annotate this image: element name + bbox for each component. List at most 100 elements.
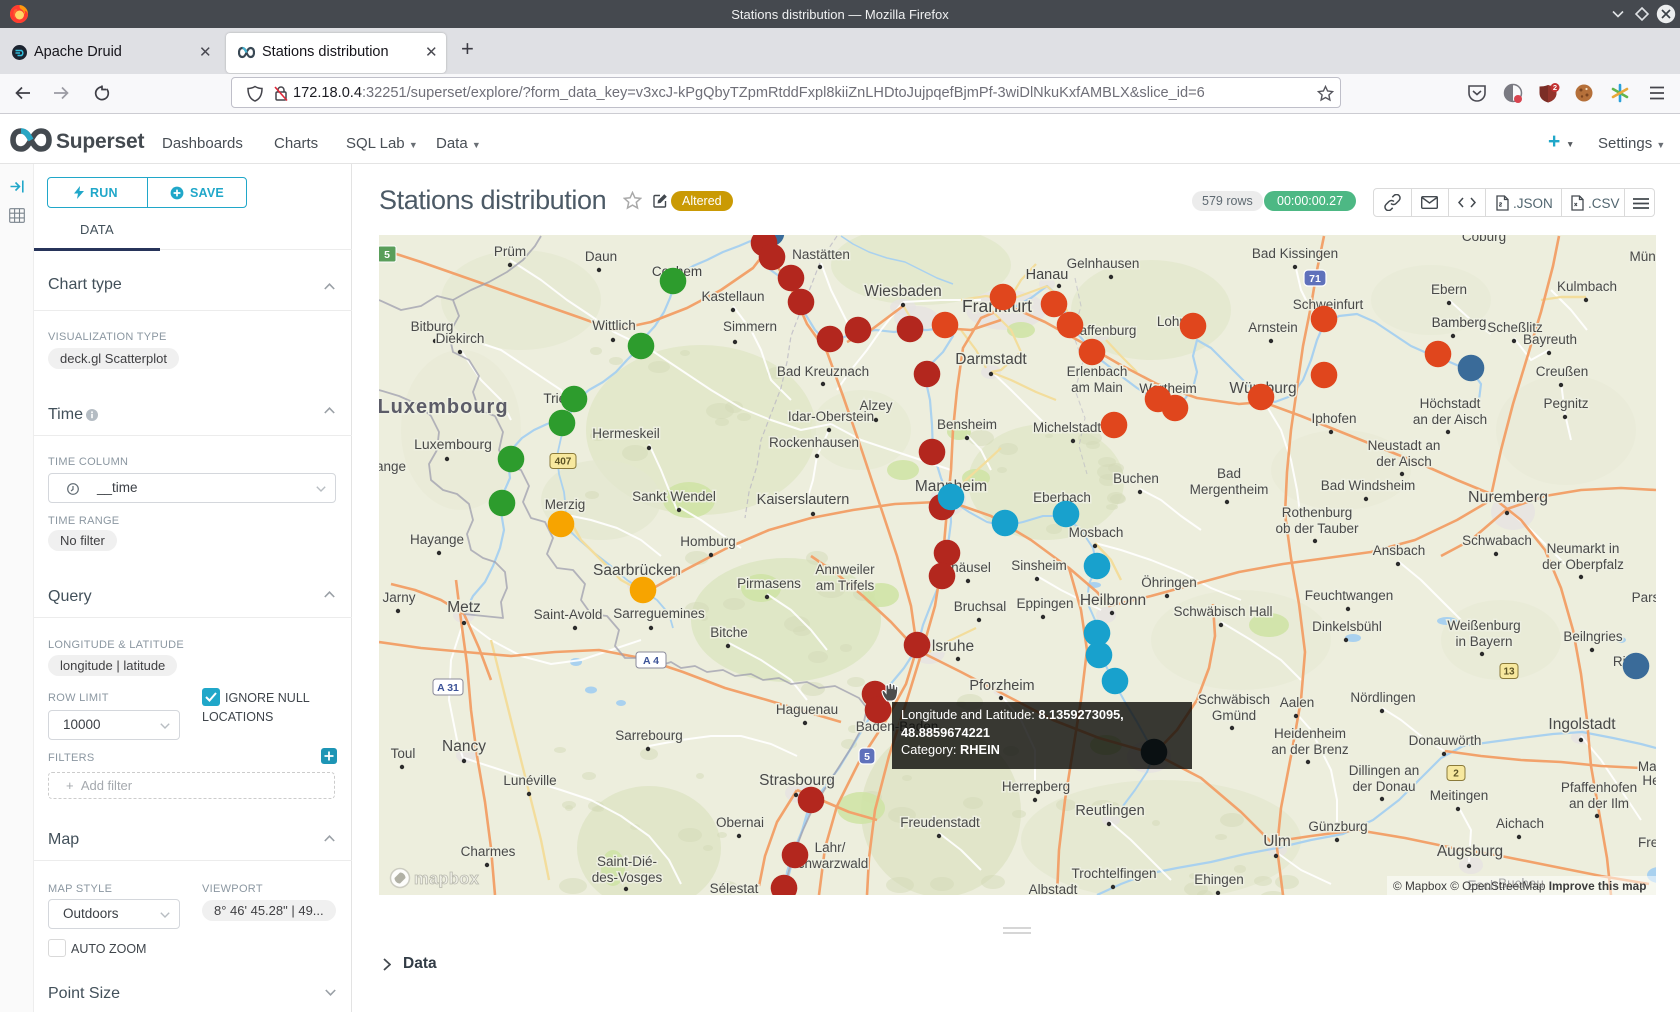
svg-text:Günzburg: Günzburg [1308, 819, 1367, 834]
svg-text:ange: ange [379, 459, 406, 474]
svg-text:Coburg: Coburg [1461, 235, 1505, 244]
svg-text:2: 2 [1453, 769, 1459, 780]
svg-text:Nancy: Nancy [442, 738, 486, 755]
svg-text:Metz: Metz [447, 599, 481, 616]
svg-text:407: 407 [554, 457, 571, 468]
svg-text:Dillingen an: Dillingen an [1348, 763, 1419, 778]
svg-text:Aalen: Aalen [1279, 695, 1314, 710]
svg-text:Nördlingen: Nördlingen [1350, 690, 1415, 705]
svg-text:Toul: Toul [390, 746, 415, 761]
svg-text:Bad: Bad [1216, 466, 1240, 481]
svg-text:Gelnhausen: Gelnhausen [1066, 256, 1139, 271]
svg-text:Prüm: Prüm [493, 244, 525, 259]
svg-text:Ulm: Ulm [1263, 833, 1291, 850]
svg-text:Kulmbach: Kulmbach [1556, 279, 1616, 294]
svg-text:He: He [1642, 773, 1656, 788]
svg-text:chwarzwald: chwarzwald [797, 856, 868, 871]
svg-text:Trochtelfingen: Trochtelfingen [1071, 866, 1156, 881]
svg-text:Rothenburg: Rothenburg [1281, 505, 1352, 520]
svg-text:Bruchsal: Bruchsal [953, 599, 1006, 614]
svg-text:Bayreuth: Bayreuth [1522, 332, 1576, 347]
svg-text:Alzey: Alzey [859, 398, 892, 413]
svg-text:am Trifels: am Trifels [815, 578, 874, 593]
svg-text:Nastätten: Nastätten [792, 247, 850, 262]
svg-text:an der Aisch: an der Aisch [1412, 412, 1486, 427]
svg-text:Öhringen: Öhringen [1141, 575, 1197, 590]
svg-text:Mergentheim: Mergentheim [1189, 482, 1268, 497]
svg-text:Pforzheim: Pforzheim [969, 678, 1034, 694]
svg-text:5: 5 [384, 249, 390, 261]
svg-text:ob der Tauber: ob der Tauber [1275, 521, 1359, 536]
svg-text:Bad Kreuznach: Bad Kreuznach [776, 364, 868, 379]
svg-text:Pirmasens: Pirmasens [737, 576, 801, 591]
svg-text:Arnstein: Arnstein [1248, 320, 1298, 335]
svg-text:© Mapbox © OpenStreetMap Impro: © Mapbox © OpenStreetMap Improve this ma… [1393, 879, 1646, 893]
svg-text:häusel: häusel [951, 560, 991, 575]
svg-text:Schwäbisch: Schwäbisch [1197, 692, 1269, 707]
svg-text:Kastellaun: Kastellaun [701, 289, 764, 304]
svg-text:Pfaffenhofen: Pfaffenhofen [1560, 780, 1636, 795]
svg-text:Charmes: Charmes [460, 844, 515, 859]
svg-text:Augsburg: Augsburg [1436, 843, 1502, 860]
svg-text:Longitude and Latitude: 8.1359: Longitude and Latitude: 8.1359273095, [901, 707, 1124, 722]
svg-text:Luxembourg: Luxembourg [379, 396, 509, 418]
svg-text:Ansbach: Ansbach [1372, 543, 1425, 558]
svg-text:Hayange: Hayange [409, 532, 463, 547]
svg-text:Neustadt an: Neustadt an [1367, 438, 1440, 453]
svg-text:Schwabach: Schwabach [1462, 533, 1532, 548]
svg-text:Wiesbaden: Wiesbaden [864, 283, 942, 300]
svg-text:Iphofen: Iphofen [1311, 411, 1356, 426]
svg-text:Darmstadt: Darmstadt [955, 351, 1027, 368]
svg-text:A 31: A 31 [437, 682, 459, 694]
svg-text:Sélestat: Sélestat [709, 881, 758, 895]
svg-text:am Main: am Main [1071, 380, 1123, 395]
svg-text:Bad Kissingen: Bad Kissingen [1251, 246, 1337, 261]
svg-text:Saint-Dié-: Saint-Dié- [596, 854, 656, 869]
svg-text:lsruhe: lsruhe [931, 638, 973, 655]
svg-text:2: 2 [1553, 83, 1557, 92]
svg-text:der Aisch: der Aisch [1376, 454, 1432, 469]
svg-text:Buchen: Buchen [1113, 471, 1159, 486]
svg-text:Aichach: Aichach [1495, 816, 1543, 831]
svg-text:Rockenhausen: Rockenhausen [768, 435, 858, 450]
svg-text:Bad Windsheim: Bad Windsheim [1320, 478, 1415, 493]
svg-text:A 4: A 4 [643, 655, 659, 667]
svg-text:Beilngries: Beilngries [1563, 629, 1623, 644]
svg-text:Michelstadt: Michelstadt [1032, 420, 1101, 435]
svg-text:Mosbach: Mosbach [1068, 525, 1123, 540]
svg-text:Albstadt: Albstadt [1028, 882, 1077, 895]
svg-text:Saarbrücken: Saarbrücken [593, 562, 681, 579]
svg-text:Lunéville: Lunéville [503, 773, 556, 788]
svg-text:Ehingen: Ehingen [1194, 872, 1244, 887]
svg-text:Sinsheim: Sinsheim [1011, 558, 1067, 573]
svg-text:an der Brenz: an der Brenz [1271, 742, 1349, 757]
svg-text:der Oberpfalz: der Oberpfalz [1542, 557, 1624, 572]
svg-text:Kaiserslautern: Kaiserslautern [756, 492, 849, 508]
svg-text:Category: RHEIN: Category: RHEIN [901, 742, 1000, 757]
svg-text:Meitingen: Meitingen [1429, 788, 1488, 803]
svg-text:Luxembourg: Luxembourg [414, 436, 492, 452]
svg-text:an der Ilm: an der Ilm [1568, 796, 1628, 811]
svg-text:Reutlingen: Reutlingen [1075, 803, 1144, 819]
svg-text:Heidenheim: Heidenheim [1273, 726, 1345, 741]
svg-text:Sankt Wendel: Sankt Wendel [632, 489, 716, 504]
svg-text:Mair: Mair [1637, 759, 1655, 774]
svg-text:in Bayern: in Bayern [1455, 634, 1512, 649]
svg-text:Nuremberg: Nuremberg [1467, 489, 1547, 506]
svg-text:Freudenstadt: Freudenstadt [900, 815, 980, 830]
svg-text:Ebern: Ebern [1430, 282, 1466, 297]
svg-text:Dinkelsbühl: Dinkelsbühl [1312, 619, 1382, 634]
svg-text:affenburg: affenburg [1079, 323, 1136, 338]
svg-text:mapbox: mapbox [414, 870, 480, 888]
svg-text:13: 13 [1503, 667, 1515, 678]
svg-text:Merzig: Merzig [544, 497, 585, 512]
svg-text:Eppingen: Eppingen [1016, 596, 1073, 611]
svg-text:Donauwörth: Donauwörth [1408, 733, 1481, 748]
svg-text:Bensheim: Bensheim [936, 417, 996, 432]
svg-text:Strasbourg: Strasbourg [759, 772, 835, 789]
svg-text:Münc: Münc [1629, 249, 1656, 264]
svg-text:71: 71 [1309, 273, 1321, 285]
svg-text:Pegnitz: Pegnitz [1543, 396, 1588, 411]
svg-text:Feuchtwangen: Feuchtwangen [1304, 588, 1393, 603]
svg-text:Schwäbisch Hall: Schwäbisch Hall [1173, 604, 1272, 619]
